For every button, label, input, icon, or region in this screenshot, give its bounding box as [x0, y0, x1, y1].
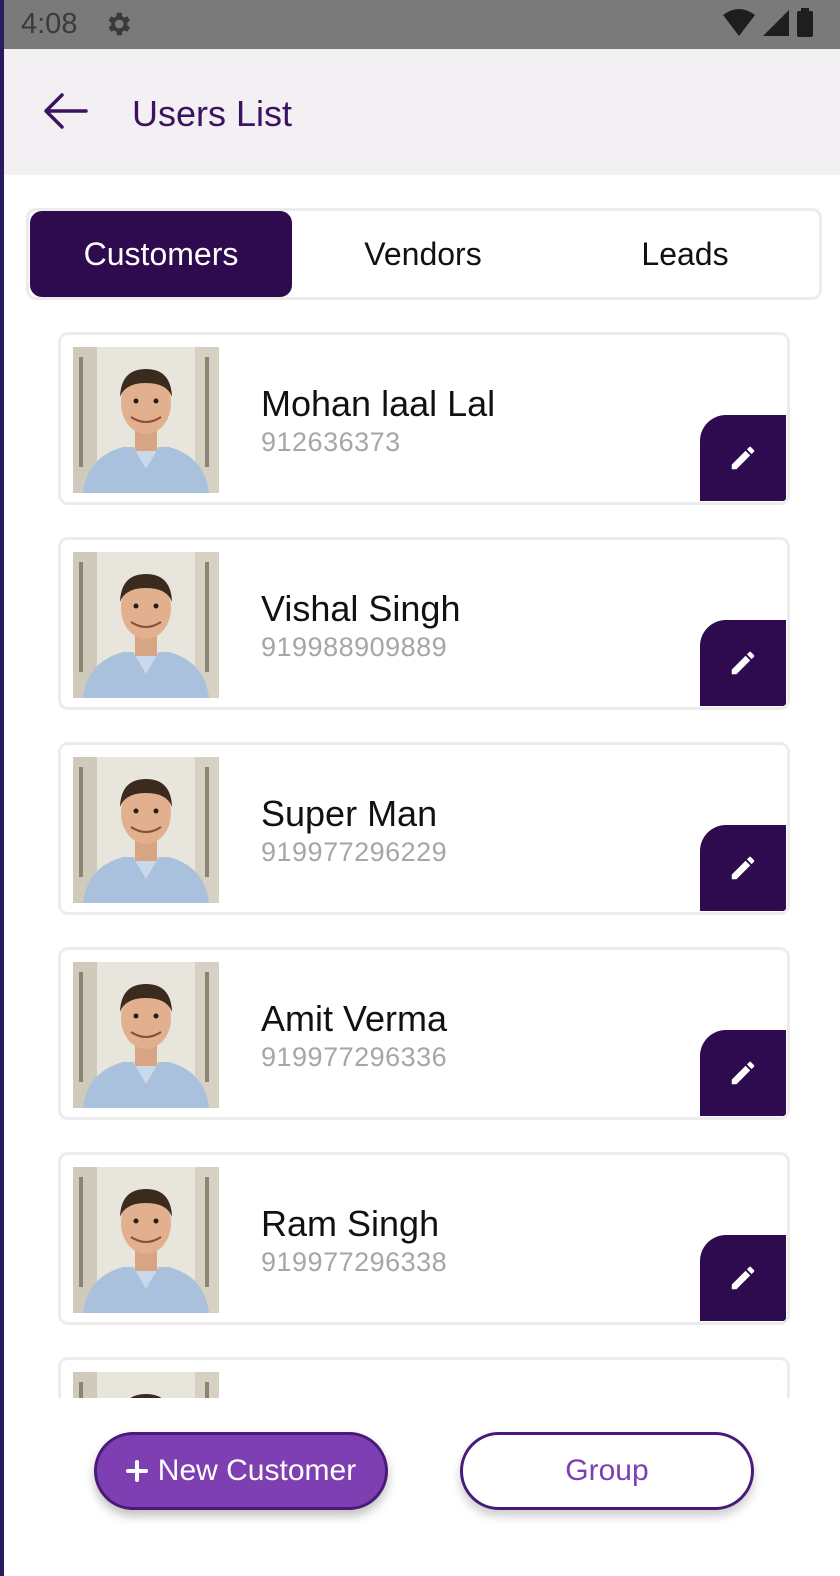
- new-customer-button[interactable]: New Customer: [94, 1432, 388, 1510]
- person-photo: [73, 962, 219, 1108]
- user-name: Ram Singh: [261, 1203, 440, 1244]
- status-bar: 4:08: [4, 0, 840, 49]
- tab-customers[interactable]: Customers: [30, 211, 292, 297]
- settings-icon: [108, 12, 130, 36]
- avatar: [73, 1372, 219, 1398]
- arrow-left-icon[interactable]: [40, 89, 90, 133]
- list-item[interactable]: Ram Singh 919977296338: [58, 1152, 790, 1325]
- list-item[interactable]: Vishal Singh 919988909889: [58, 537, 790, 710]
- user-phone: 919988909889: [261, 632, 448, 662]
- user-name: Amit Verma: [261, 998, 448, 1039]
- pencil-icon: [731, 446, 755, 470]
- person-photo: [73, 347, 219, 493]
- user-name: Vishal Singh: [261, 588, 461, 629]
- battery-icon: [797, 8, 813, 37]
- group-label: Group: [565, 1454, 649, 1487]
- signal-icon: [763, 10, 789, 36]
- edit-button[interactable]: [700, 1235, 786, 1321]
- person-photo: [73, 757, 219, 903]
- tab-leads[interactable]: Leads: [554, 211, 816, 297]
- user-phone: 912636373: [261, 427, 401, 457]
- group-button[interactable]: Group: [460, 1432, 754, 1510]
- avatar: [73, 757, 219, 903]
- person-photo: [73, 1167, 219, 1313]
- pencil-icon: [731, 856, 755, 880]
- status-icons: [722, 8, 814, 38]
- users-list[interactable]: Mohan laal Lal 912636373 Vishal Singh 91…: [0, 330, 840, 1398]
- person-photo: [73, 1372, 219, 1398]
- new-customer-label: New Customer: [157, 1454, 357, 1487]
- status-time: 4:08: [21, 8, 78, 40]
- pencil-icon: [731, 1061, 755, 1085]
- edit-button[interactable]: [700, 620, 786, 706]
- edit-button[interactable]: [700, 415, 786, 501]
- person-photo: [73, 552, 219, 698]
- avatar: [73, 347, 219, 493]
- user-phone: 919977296336: [261, 1042, 448, 1072]
- tab-vendors[interactable]: Vendors: [292, 211, 554, 297]
- avatar: [73, 962, 219, 1108]
- avatar: [73, 552, 219, 698]
- edit-button[interactable]: [700, 1030, 786, 1116]
- pencil-icon: [731, 1266, 755, 1290]
- pencil-icon: [731, 651, 755, 675]
- user-type-tabs: Customers Vendors Leads: [26, 208, 822, 300]
- user-phone: 919977296338: [261, 1247, 448, 1277]
- list-item[interactable]: Mohan laal Lal 912636373: [58, 332, 790, 505]
- avatar: [73, 1167, 219, 1313]
- user-phone: 919977296229: [261, 837, 448, 867]
- list-item[interactable]: [58, 1357, 790, 1398]
- page-title: Users List: [132, 93, 293, 134]
- list-item[interactable]: Super Man 919977296229: [58, 742, 790, 915]
- wifi-icon: [723, 9, 755, 36]
- list-item[interactable]: Amit Verma 919977296336: [58, 947, 790, 1120]
- edit-button[interactable]: [700, 825, 786, 911]
- user-name: Mohan laal Lal: [261, 383, 496, 424]
- user-name: Super Man: [261, 793, 438, 834]
- plus-icon: [125, 1460, 148, 1482]
- app-bar: Users List: [4, 49, 840, 175]
